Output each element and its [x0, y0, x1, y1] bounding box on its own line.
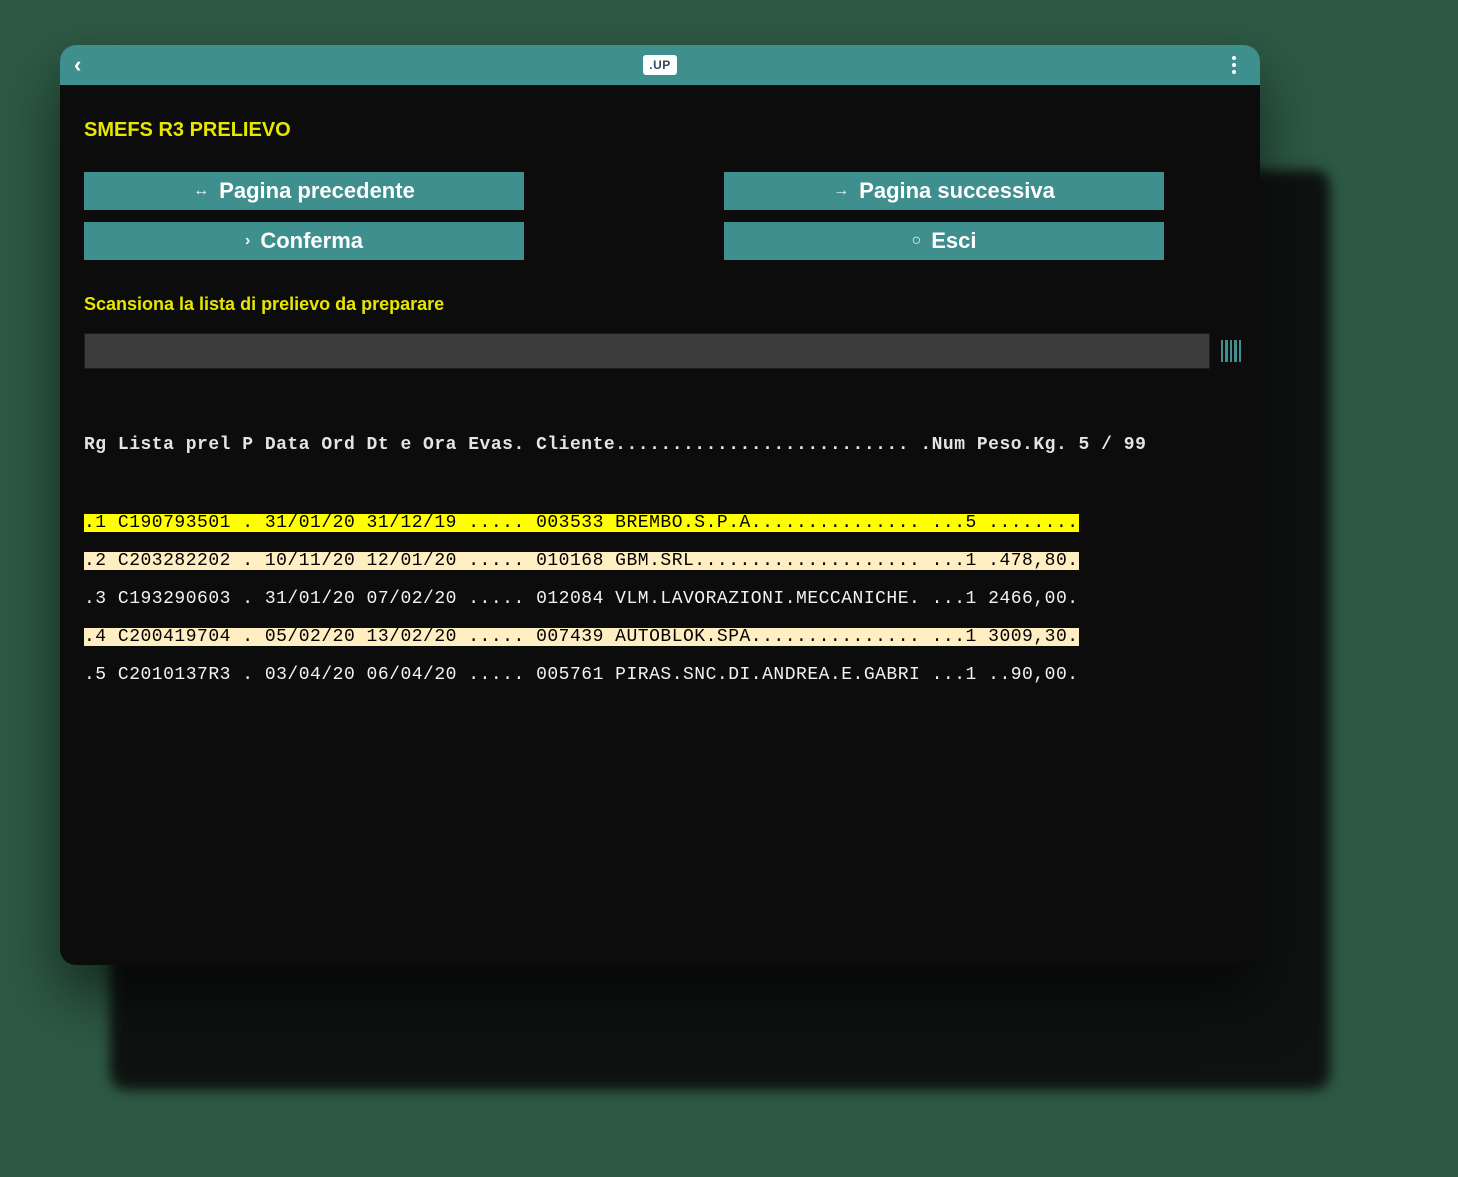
prev-page-button[interactable]: ↔ Pagina precedente — [84, 172, 524, 210]
arrow-left-icon: ↔ — [193, 182, 209, 200]
back-button[interactable]: ‹ — [74, 52, 81, 78]
menu-kebab-icon[interactable] — [1222, 53, 1246, 77]
list-row[interactable]: .4 C200419704 . 05/02/20 13/02/20 ..... … — [84, 623, 1242, 651]
prev-page-label: Pagina precedente — [219, 178, 415, 204]
list-row-text: .1 C190793501 . 31/01/20 31/12/19 ..... … — [84, 514, 1079, 532]
barcode-scan-icon[interactable] — [1220, 335, 1242, 367]
list-row-text: .3 C193290603 . 31/01/20 07/02/20 ..... … — [84, 589, 1079, 609]
scan-input[interactable] — [84, 333, 1210, 369]
circle-icon: ○ — [912, 232, 922, 250]
caret-right-icon: › — [245, 232, 250, 250]
picking-list: Rg Lista prel P Data Ord Dt e Ora Evas. … — [78, 395, 1242, 735]
app-logo: .UP — [643, 55, 677, 75]
arrow-right-icon: → — [833, 182, 849, 200]
list-row-text: .5 C2010137R3 . 03/04/20 06/04/20 ..... … — [84, 665, 1079, 685]
next-page-button[interactable]: → Pagina successiva — [724, 172, 1164, 210]
titlebar: ‹ .UP — [60, 45, 1260, 85]
list-row-text: .2 C203282202 . 10/11/20 12/01/20 ..... … — [84, 552, 1079, 570]
list-row-text: .4 C200419704 . 05/02/20 13/02/20 ..... … — [84, 628, 1079, 646]
exit-label: Esci — [931, 228, 976, 254]
next-page-label: Pagina successiva — [859, 178, 1055, 204]
exit-button[interactable]: ○ Esci — [724, 222, 1164, 260]
list-header: Rg Lista prel P Data Ord Dt e Ora Evas. … — [84, 431, 1242, 459]
page-title: SMEFS R3 PRELIEVO — [84, 119, 1242, 142]
instruction-text: Scansiona la lista di prelievo da prepar… — [84, 294, 1242, 315]
confirm-label: Conferma — [260, 228, 363, 254]
list-row[interactable]: .3 C193290603 . 31/01/20 07/02/20 ..... … — [84, 585, 1242, 613]
app-window: ‹ .UP SMEFS R3 PRELIEVO ↔ Pagina precede… — [60, 45, 1260, 965]
list-row[interactable]: .5 C2010137R3 . 03/04/20 06/04/20 ..... … — [84, 661, 1242, 689]
list-row[interactable]: .1 C190793501 . 31/01/20 31/12/19 ..... … — [84, 509, 1242, 537]
confirm-button[interactable]: › Conferma — [84, 222, 524, 260]
list-row[interactable]: .2 C203282202 . 10/11/20 12/01/20 ..... … — [84, 547, 1242, 575]
